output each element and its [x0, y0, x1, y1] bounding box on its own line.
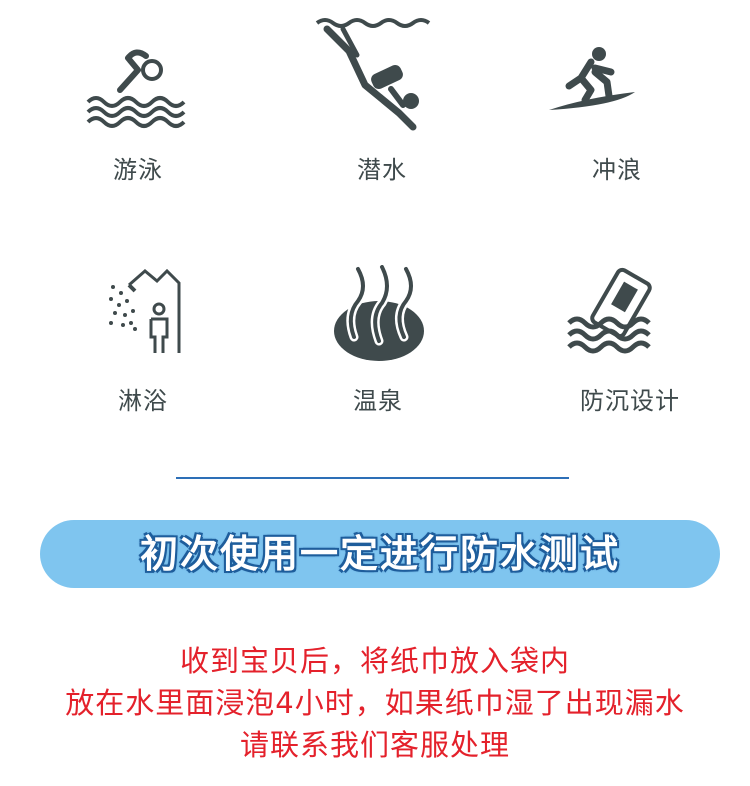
- warning-banner: 初次使用一定进行防水测试: [40, 520, 720, 588]
- shower-icon: [109, 268, 181, 353]
- feature-label-anti-sink: 防沉设计: [580, 387, 680, 415]
- swimming-icon: [86, 49, 186, 128]
- banner-text: 初次使用一定进行防水测试: [139, 532, 620, 576]
- feature-label-diving: 潜水: [357, 156, 407, 184]
- hot-spring-icon: [334, 265, 424, 361]
- feature-swimming: [80, 40, 190, 130]
- feature-surfing: [545, 42, 640, 117]
- instruction-line-2: 放在水里面浸泡4小时，如果纸巾湿了出现漏水: [65, 686, 685, 720]
- feature-anti-sink: [567, 265, 659, 357]
- feature-shower: [105, 265, 185, 357]
- feature-label-swimming: 游泳: [113, 156, 163, 184]
- diving-icon: [315, 18, 431, 131]
- instruction-line-1: 收到宝贝后，将纸巾放入袋内: [179, 644, 570, 678]
- feature-label-shower: 淋浴: [118, 387, 168, 415]
- anti-sink-icon: [567, 267, 652, 354]
- feature-label-surfing: 冲浪: [592, 156, 642, 184]
- surfing-icon: [549, 47, 635, 110]
- feature-hot-spring: [332, 265, 427, 363]
- instruction-line-3: 请联系我们客服处理: [239, 728, 510, 762]
- feature-diving: [313, 15, 443, 133]
- feature-label-hot-spring: 温泉: [353, 387, 403, 415]
- section-divider: [176, 477, 569, 479]
